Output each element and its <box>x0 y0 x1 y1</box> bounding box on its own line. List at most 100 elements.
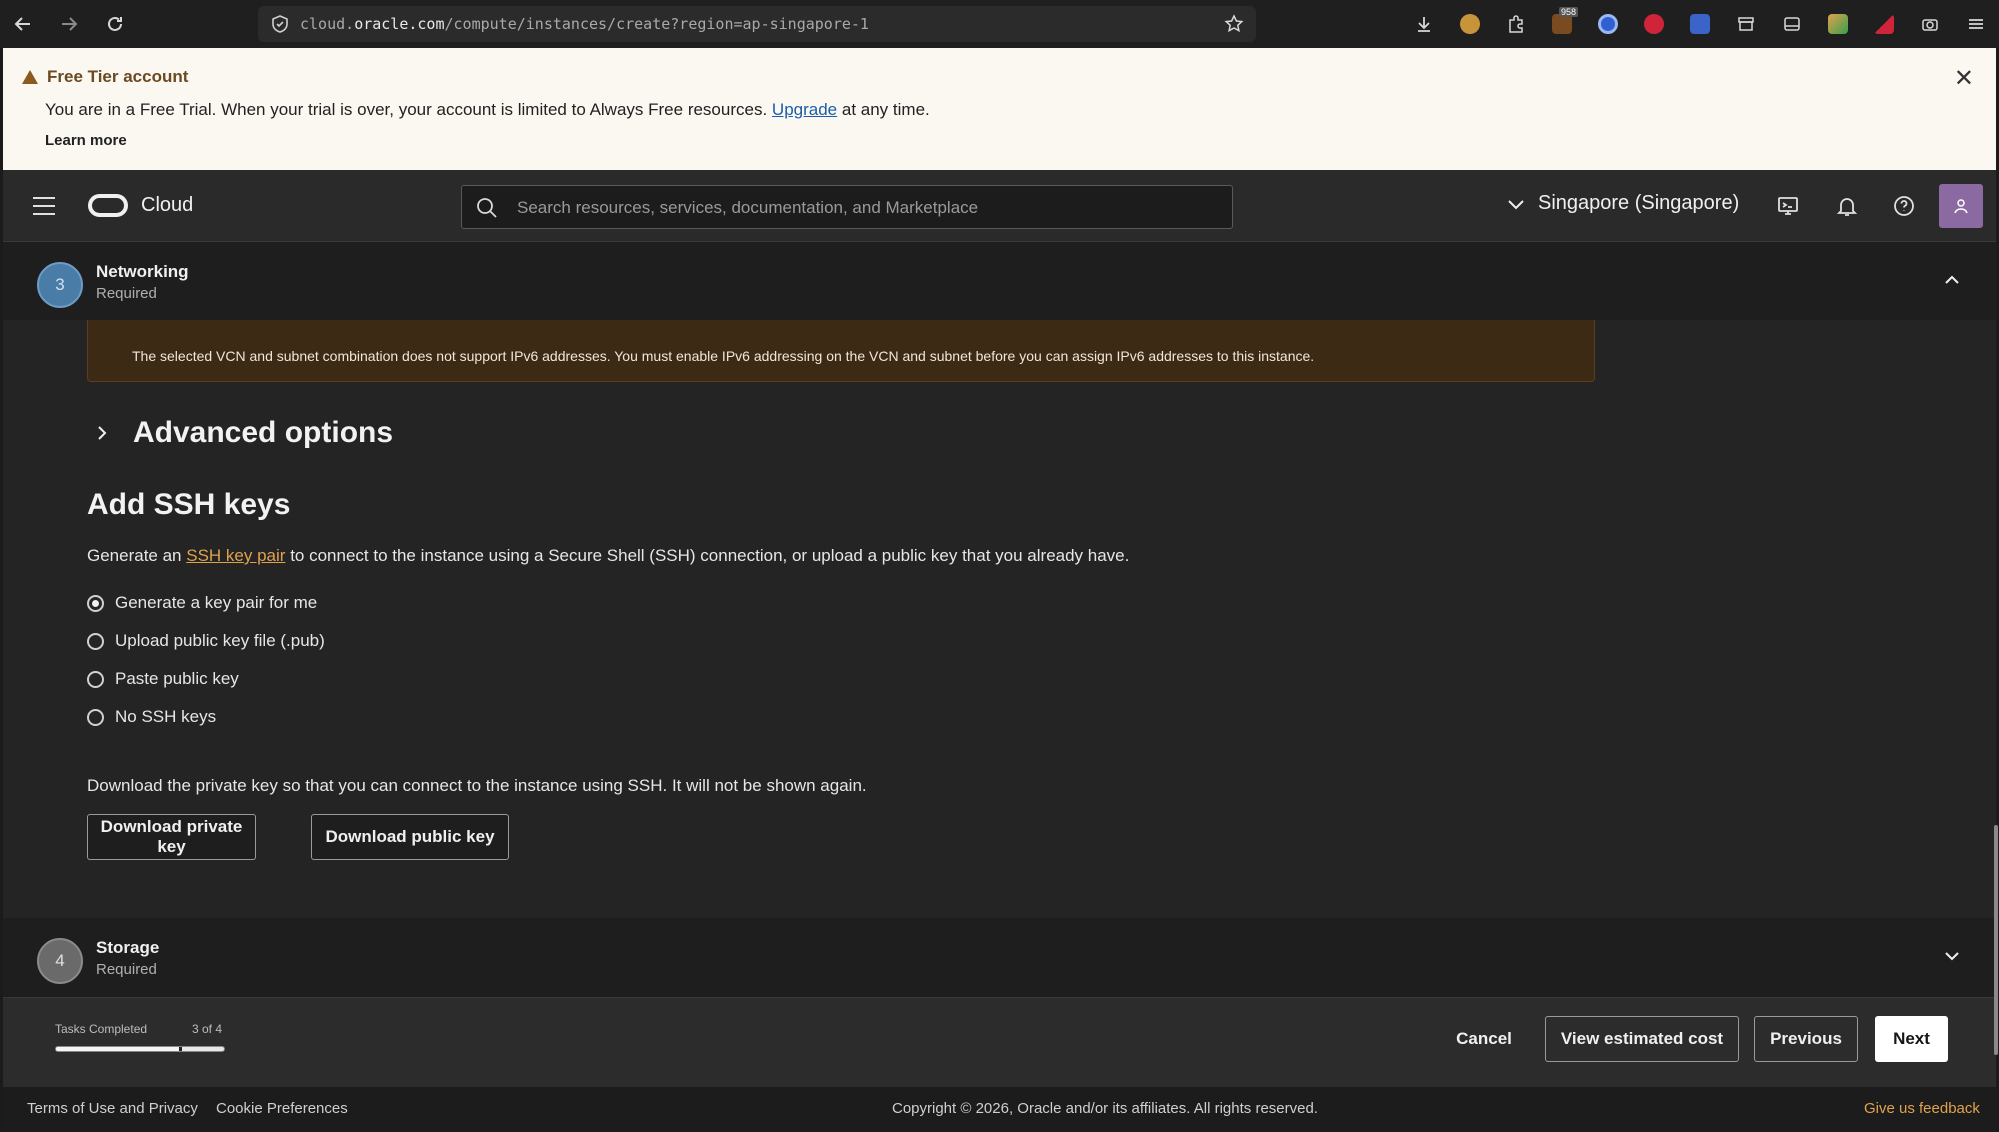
step-title: Storage <box>96 938 160 957</box>
close-icon[interactable]: ✕ <box>1954 64 1974 93</box>
help-icon[interactable] <box>1892 194 1916 218</box>
download-public-key-button[interactable]: Download public key <box>311 814 509 860</box>
shield-icon <box>272 15 288 33</box>
banner-message: You are in a Free Trial. When your trial… <box>45 100 930 120</box>
extension-container[interactable] <box>1723 0 1769 48</box>
region-selector[interactable]: Singapore (Singapore) <box>1506 192 1739 215</box>
radio-generate-key[interactable]: Generate a key pair for me <box>87 593 317 613</box>
search-input[interactable]: Search resources, services, documentatio… <box>461 185 1233 229</box>
back-button[interactable] <box>0 0 46 48</box>
extension-colorful[interactable] <box>1815 0 1861 48</box>
view-estimated-cost-button[interactable]: View estimated cost <box>1545 1016 1739 1062</box>
url-host: oracle.com <box>354 15 445 33</box>
step-networking[interactable]: 3 Networking Required <box>3 242 1996 320</box>
user-icon <box>1954 199 1968 214</box>
section-title: Add SSH keys <box>87 488 291 521</box>
arrow-left-icon <box>14 17 30 31</box>
wizard-action-bar: Tasks Completed 3 of 4 Cancel View estim… <box>3 997 1996 1087</box>
tasks-completed-count: 3 of 4 <box>192 1022 223 1036</box>
menu-icon <box>1969 19 1983 29</box>
screenshot-button[interactable] <box>1907 0 1953 48</box>
triangle-icon <box>1874 14 1894 34</box>
bell-icon[interactable] <box>1835 194 1859 218</box>
radio-upload-key[interactable]: Upload public key file (.pub) <box>87 631 325 651</box>
radio-button[interactable] <box>87 670 104 688</box>
archive-icon <box>1738 17 1754 31</box>
sidebar-button[interactable] <box>1769 0 1815 48</box>
cookie-preferences-link[interactable]: Cookie Preferences <box>216 1100 348 1117</box>
step-subtitle: Required <box>96 961 157 978</box>
shield-badge-icon <box>1690 14 1710 34</box>
download-private-key-button[interactable]: Download private key <box>87 814 256 860</box>
next-button[interactable]: Next <box>1875 1016 1948 1062</box>
radio-button[interactable] <box>87 708 104 726</box>
puzzle-icon <box>1509 15 1523 33</box>
radio-label: Generate a key pair for me <box>115 593 318 612</box>
download-icon <box>1418 17 1430 32</box>
tasks-completed-label: Tasks Completed <box>55 1022 148 1036</box>
chevron-down-icon[interactable] <box>1942 946 1962 966</box>
sidebar-icon <box>1784 17 1800 31</box>
cookie-icon <box>1460 14 1480 34</box>
url-path: /compute/instances/create?region=ap-sing… <box>444 15 869 33</box>
progress-fill <box>56 1047 182 1051</box>
cloud-shell-icon[interactable] <box>1776 194 1800 218</box>
step-title: Networking <box>96 262 189 281</box>
learn-more-link[interactable]: Learn more <box>45 132 127 149</box>
console-header: Cloud Search resources, services, docume… <box>3 170 1996 242</box>
page-footer: Terms of Use and Privacy Cookie Preferen… <box>3 1087 1996 1132</box>
extension-youtube[interactable] <box>1631 0 1677 48</box>
reload-icon <box>108 16 122 31</box>
bookmark-star-icon[interactable] <box>1224 14 1244 34</box>
upgrade-link[interactable]: Upgrade <box>772 100 837 119</box>
radio-label: No SSH keys <box>115 707 217 726</box>
reload-button[interactable] <box>92 0 138 48</box>
previous-button[interactable]: Previous <box>1754 1016 1858 1062</box>
scrollbar[interactable] <box>1994 825 1998 1055</box>
tasks-progress-bar <box>55 1046 225 1052</box>
copyright-text: Copyright © 2026, Oracle and/or its affi… <box>892 1100 1318 1117</box>
banner-heading: Free Tier account <box>22 67 188 87</box>
forward-button[interactable] <box>46 0 92 48</box>
advanced-options-toggle[interactable]: Advanced options <box>93 416 393 450</box>
free-tier-banner: Free Tier account You are in a Free Tria… <box>3 48 1996 170</box>
radio-label: Upload public key file (.pub) <box>115 631 325 650</box>
cancel-button[interactable]: Cancel <box>1436 1016 1532 1062</box>
downloads-button[interactable] <box>1401 0 1447 48</box>
palette-icon <box>1828 14 1848 34</box>
avatar[interactable] <box>1939 184 1983 228</box>
extensions-button[interactable] <box>1493 0 1539 48</box>
radio-paste-key[interactable]: Paste public key <box>87 669 239 689</box>
extension-ublock[interactable]: 958 <box>1539 0 1585 48</box>
extension-red[interactable] <box>1861 0 1907 48</box>
extension-bitwarden[interactable] <box>1677 0 1723 48</box>
address-bar[interactable]: cloud. oracle.com/compute/instances/creat… <box>258 6 1256 42</box>
main-content: The selected VCN and subnet combination … <box>3 320 1996 918</box>
ssh-key-pair-link[interactable]: SSH key pair <box>186 546 285 565</box>
camera-icon <box>1922 19 1938 31</box>
give-feedback-link[interactable]: Give us feedback <box>1864 1100 1980 1117</box>
step-storage[interactable]: 4 Storage Required <box>3 918 1996 996</box>
extension-cookie[interactable] <box>1447 0 1493 48</box>
browser-toolbar: cloud. oracle.com/compute/instances/creat… <box>0 0 1999 48</box>
radio-button-selected[interactable] <box>87 594 104 612</box>
chevron-up-icon[interactable] <box>1942 270 1962 290</box>
terms-link[interactable]: Terms of Use and Privacy <box>27 1100 198 1117</box>
oracle-logo[interactable] <box>88 194 128 217</box>
ssh-desc-after: to connect to the instance using a Secur… <box>290 546 1130 565</box>
radio-button[interactable] <box>87 632 104 650</box>
step-number-badge: 4 <box>37 938 83 984</box>
ipv6-warning: The selected VCN and subnet combination … <box>87 320 1595 382</box>
extensions-bar: 958 <box>1401 0 1999 48</box>
download-instructions: Download the private key so that you can… <box>87 776 867 795</box>
ssh-desc-before: Generate an <box>87 546 182 565</box>
extension-blue[interactable] <box>1585 0 1631 48</box>
navigation-menu-icon[interactable] <box>33 197 55 215</box>
brand-label[interactable]: Cloud <box>141 194 193 217</box>
radio-no-ssh-keys[interactable]: No SSH keys <box>87 707 216 727</box>
menu-button[interactable] <box>1953 0 1999 48</box>
ublock-icon <box>1552 14 1572 34</box>
radio-label: Paste public key <box>115 669 239 688</box>
ssh-description: Generate an SSH key pair to connect to t… <box>87 546 1129 566</box>
chevron-right-icon <box>98 426 107 440</box>
